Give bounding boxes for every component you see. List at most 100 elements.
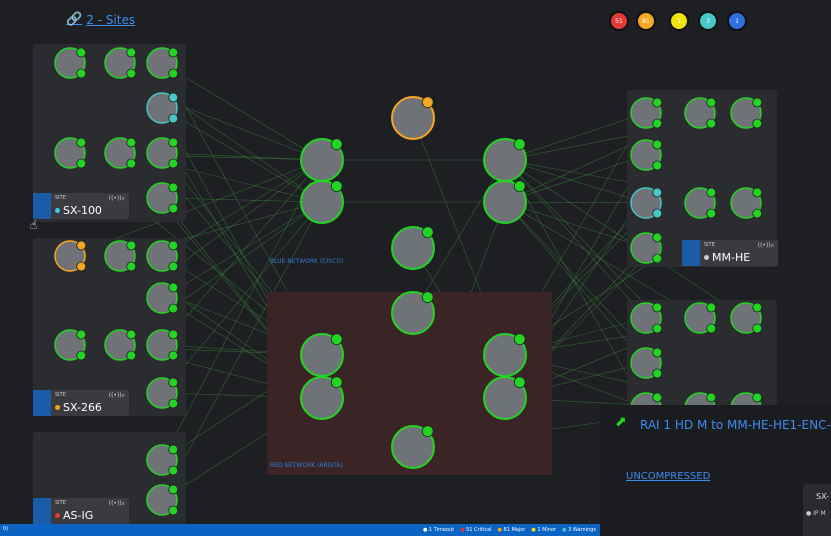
major-count-badge[interactable]: 81 — [636, 11, 656, 31]
status-minor[interactable]: ● 1 Minor — [531, 527, 556, 533]
device-node[interactable] — [104, 137, 137, 169]
port-icon[interactable] — [126, 137, 137, 148]
port-icon[interactable] — [126, 329, 137, 340]
port-icon[interactable] — [168, 444, 179, 455]
port-icon[interactable] — [168, 137, 179, 148]
device-node[interactable] — [630, 187, 663, 219]
port-icon[interactable] — [168, 465, 179, 476]
device-node[interactable] — [104, 329, 137, 361]
port-icon[interactable] — [330, 333, 343, 346]
port-icon[interactable] — [652, 347, 663, 358]
port-icon[interactable] — [168, 203, 179, 214]
port-icon[interactable] — [168, 377, 179, 388]
port-icon[interactable] — [76, 47, 87, 58]
site-tools-icon[interactable]: ((•))⌕ — [109, 500, 125, 508]
core-switch-node[interactable] — [300, 333, 344, 377]
device-node[interactable] — [104, 47, 137, 79]
port-icon[interactable] — [652, 323, 663, 334]
port-icon[interactable] — [76, 350, 87, 361]
port-icon[interactable] — [652, 97, 663, 108]
port-icon[interactable] — [421, 425, 434, 438]
core-switch-node[interactable] — [483, 376, 527, 420]
device-node[interactable] — [146, 92, 179, 124]
port-icon[interactable] — [168, 182, 179, 193]
port-icon[interactable] — [76, 261, 87, 272]
port-icon[interactable] — [126, 47, 137, 58]
port-icon[interactable] — [752, 392, 763, 403]
port-icon[interactable] — [513, 333, 526, 346]
device-node[interactable] — [730, 302, 763, 334]
device-node[interactable] — [146, 47, 179, 79]
core-switch-node[interactable] — [483, 180, 527, 224]
page-title[interactable]: 🔗 2 - Sites — [66, 12, 135, 27]
status-critical[interactable]: ● 51 Critical — [460, 527, 491, 533]
port-icon[interactable] — [513, 138, 526, 151]
port-icon[interactable] — [168, 158, 179, 169]
core-switch-node[interactable] — [300, 180, 344, 224]
uncompressed-link[interactable]: UNCOMPRESSED — [626, 471, 710, 482]
device-node[interactable] — [730, 187, 763, 219]
port-icon[interactable] — [168, 484, 179, 495]
port-icon[interactable] — [652, 187, 663, 198]
port-icon[interactable] — [168, 68, 179, 79]
core-switch-node[interactable] — [300, 138, 344, 182]
port-icon[interactable] — [168, 329, 179, 340]
port-icon[interactable] — [168, 505, 179, 516]
device-node[interactable] — [684, 97, 717, 129]
site-label-mm-he[interactable]: SITE ((•))⌕ MM-HE — [682, 240, 778, 266]
port-icon[interactable] — [168, 303, 179, 314]
status-major[interactable]: ● 81 Major — [498, 527, 526, 533]
status-timeout[interactable]: ● 1 Timeout — [423, 527, 454, 533]
port-icon[interactable] — [706, 118, 717, 129]
device-node[interactable] — [630, 347, 663, 379]
site-tools-icon[interactable]: ((•))⌕ — [758, 242, 774, 250]
device-node[interactable] — [146, 329, 179, 361]
device-node[interactable] — [630, 302, 663, 334]
core-switch-node[interactable] — [391, 425, 435, 469]
device-node[interactable] — [146, 137, 179, 169]
port-icon[interactable] — [752, 208, 763, 219]
core-switch-node[interactable] — [483, 333, 527, 377]
minor-count-badge[interactable]: 1 — [669, 11, 689, 31]
site-label-sx-266[interactable]: SITE ((•))⌕ SX-266 — [33, 390, 129, 416]
device-node[interactable] — [146, 444, 179, 476]
port-icon[interactable] — [752, 302, 763, 313]
critical-count-badge[interactable]: 51 — [609, 11, 629, 31]
port-icon[interactable] — [752, 323, 763, 334]
port-icon[interactable] — [168, 113, 179, 124]
port-icon[interactable] — [421, 226, 434, 239]
device-node[interactable] — [146, 282, 179, 314]
port-icon[interactable] — [126, 158, 137, 169]
site-tools-icon[interactable]: ((•))⌕ — [109, 392, 125, 400]
page-title-text[interactable]: 2 - Sites — [86, 13, 135, 27]
port-icon[interactable] — [168, 240, 179, 251]
port-icon[interactable] — [652, 160, 663, 171]
device-node[interactable] — [630, 139, 663, 171]
device-node[interactable] — [730, 97, 763, 129]
port-icon[interactable] — [168, 261, 179, 272]
site-label-as-ig[interactable]: SITE ((•))⌕ AS-IG — [33, 498, 129, 524]
port-icon[interactable] — [421, 96, 434, 109]
device-node[interactable] — [146, 182, 179, 214]
port-icon[interactable] — [652, 392, 663, 403]
port-icon[interactable] — [652, 118, 663, 129]
warning-count-badge[interactable]: 3 — [698, 11, 718, 31]
device-node[interactable] — [54, 329, 87, 361]
port-icon[interactable] — [76, 137, 87, 148]
status-warnings[interactable]: ● 3 Warnings — [562, 527, 596, 533]
port-icon[interactable] — [76, 68, 87, 79]
port-icon[interactable] — [330, 138, 343, 151]
device-node[interactable] — [54, 47, 87, 79]
port-icon[interactable] — [652, 302, 663, 313]
port-icon[interactable] — [421, 291, 434, 304]
port-icon[interactable] — [76, 158, 87, 169]
port-icon[interactable] — [76, 329, 87, 340]
port-icon[interactable] — [706, 392, 717, 403]
core-switch-node[interactable] — [391, 291, 435, 335]
port-icon[interactable] — [126, 350, 137, 361]
port-icon[interactable] — [168, 47, 179, 58]
device-node[interactable] — [146, 377, 179, 409]
port-icon[interactable] — [652, 232, 663, 243]
site-tools-icon[interactable]: ((•))⌕ — [109, 195, 125, 203]
core-switch-node[interactable] — [300, 376, 344, 420]
